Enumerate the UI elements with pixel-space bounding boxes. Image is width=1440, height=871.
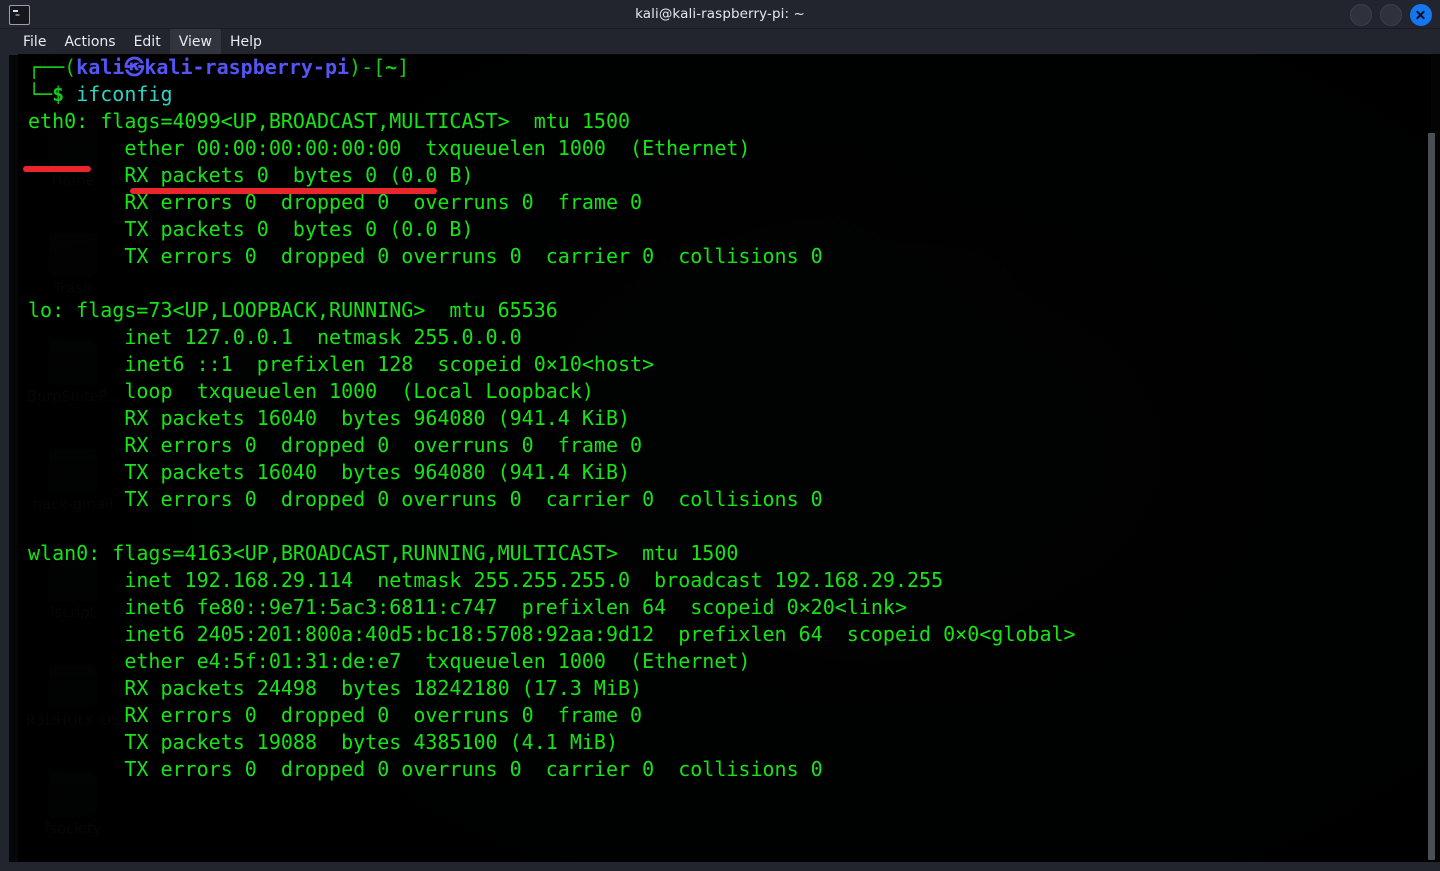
terminal-frame: ┌──(kali㉿kali-raspberry-pi)-[~] └─$ ifco… bbox=[0, 54, 1440, 871]
command-input[interactable]: ifconfig bbox=[64, 82, 172, 106]
output-blank-line bbox=[18, 270, 1076, 297]
output-line: RX packets 24498 bytes 18242180 (17.3 Mi… bbox=[28, 676, 643, 700]
prompt-line-top: ┌──(kali㉿kali-raspberry-pi)-[~] bbox=[18, 54, 1076, 81]
terminal-output-area[interactable]: ┌──(kali㉿kali-raspberry-pi)-[~] └─$ ifco… bbox=[18, 54, 1440, 862]
output-line: TX packets 19088 bytes 4385100 (4.1 MiB) bbox=[28, 730, 619, 754]
maximize-button[interactable] bbox=[1380, 4, 1402, 26]
output-line: RX packets 0 bytes 0 (0.0 B) bbox=[28, 163, 474, 187]
menu-item-help[interactable]: Help bbox=[221, 29, 271, 55]
output-line: eth0: flags=4099<UP,BROADCAST,MULTICAST>… bbox=[28, 109, 631, 133]
minimize-button[interactable] bbox=[1350, 4, 1372, 26]
output-line: inet 127.0.0.1 netmask 255.0.0.0 bbox=[28, 325, 522, 349]
menu-item-edit[interactable]: Edit bbox=[125, 29, 170, 55]
output-line: TX errors 0 dropped 0 overruns 0 carrier… bbox=[28, 487, 823, 511]
output-line: ether e4:5f:01:31:de:e7 txqueuelen 1000 … bbox=[28, 649, 751, 673]
terminal-window-screenshot: File SystemscreenshotsHomeTrashBurpSuite… bbox=[0, 0, 1440, 871]
output-line: TX errors 0 dropped 0 overruns 0 carrier… bbox=[28, 757, 823, 781]
output-line: ether 00:00:00:00:00:00 txqueuelen 1000 … bbox=[28, 136, 751, 160]
eth0-mac-address-underline bbox=[130, 188, 437, 194]
prompt-user: kali bbox=[76, 55, 125, 79]
window-titlebar[interactable]: kali@kali-raspberry-pi: ~ bbox=[0, 0, 1440, 29]
menu-item-label: Actions bbox=[64, 34, 116, 50]
menu-item-file[interactable]: File bbox=[14, 29, 55, 55]
terminal-scrollbar[interactable] bbox=[1428, 54, 1435, 862]
menu-item-label: File bbox=[23, 34, 47, 50]
output-line: inet6 fe80::9e71:5ac3:6811:c747 prefixle… bbox=[28, 595, 907, 619]
menu-item-label: Help bbox=[229, 34, 262, 50]
menu-item-label: View bbox=[178, 34, 212, 50]
output-line: inet 192.168.29.114 netmask 255.255.255.… bbox=[28, 568, 944, 592]
output-line: RX errors 0 dropped 0 overruns 0 frame 0 bbox=[28, 703, 643, 727]
prompt-box-bottom: └─ bbox=[28, 82, 53, 106]
prompt-sigil: $ bbox=[52, 82, 65, 106]
menu-item-view[interactable]: View bbox=[169, 29, 221, 55]
output-line: RX packets 16040 bytes 964080 (941.4 KiB… bbox=[28, 406, 631, 430]
prompt-line-bottom: └─$ ifconfig bbox=[18, 81, 1076, 108]
prompt-at-glyph-icon: ㉿ bbox=[124, 55, 145, 79]
close-button[interactable] bbox=[1410, 4, 1432, 26]
prompt-box-top: ┌──( bbox=[28, 55, 77, 79]
terminal-text: ┌──(kali㉿kali-raspberry-pi)-[~] └─$ ifco… bbox=[18, 54, 1076, 783]
prompt-cwd: ~ bbox=[385, 55, 398, 79]
output-line: inet6 ::1 prefixlen 128 scopeid 0×10<hos… bbox=[28, 352, 655, 376]
command-text: ifconfig bbox=[76, 82, 173, 106]
prompt-host: kali-raspberry-pi bbox=[144, 55, 350, 79]
output-blank-line bbox=[18, 513, 1076, 540]
prompt-sep: )-[ bbox=[349, 55, 386, 79]
output-line: TX packets 0 bytes 0 (0.0 B) bbox=[28, 217, 474, 241]
eth0-interface-underline bbox=[23, 166, 91, 172]
prompt-bracket-close: ] bbox=[397, 55, 410, 79]
window-controls bbox=[1350, 4, 1432, 26]
output-line: TX errors 0 dropped 0 overruns 0 carrier… bbox=[28, 244, 823, 268]
menu-item-label: Edit bbox=[133, 34, 161, 50]
output-line: loop txqueuelen 1000 (Local Loopback) bbox=[28, 379, 594, 403]
menu-bar: File Actions Edit View Help bbox=[0, 29, 1440, 55]
output-line: lo: flags=73<UP,LOOPBACK,RUNNING> mtu 65… bbox=[28, 298, 558, 322]
menu-item-actions[interactable]: Actions bbox=[55, 29, 124, 55]
output-line: wlan0: flags=4163<UP,BROADCAST,RUNNING,M… bbox=[28, 541, 739, 565]
window-title: kali@kali-raspberry-pi: ~ bbox=[635, 6, 805, 22]
output-line: inet6 2405:201:800a:40d5:bc18:5708:92aa:… bbox=[28, 622, 1076, 646]
output-line: RX errors 0 dropped 0 overruns 0 frame 0 bbox=[28, 433, 643, 457]
terminal-window: kali@kali-raspberry-pi: ~ File Actions Edi… bbox=[0, 0, 1440, 871]
ifconfig-output: eth0: flags=4099<UP,BROADCAST,MULTICAST>… bbox=[18, 108, 1076, 783]
output-line: TX packets 16040 bytes 964080 (941.4 KiB… bbox=[28, 460, 631, 484]
scrollbar-thumb[interactable] bbox=[1428, 133, 1435, 860]
